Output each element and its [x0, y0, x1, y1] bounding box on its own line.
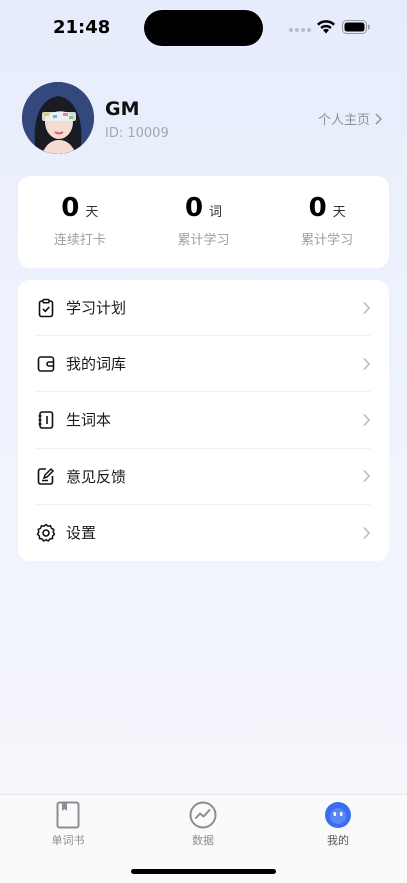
- status-time: 21:48: [53, 17, 111, 38]
- stat-label: 连续打卡: [53, 233, 106, 248]
- avatar[interactable]: [22, 82, 94, 154]
- menu-item-feedback[interactable]: 意见反馈: [36, 449, 371, 505]
- stat-unit: 天: [332, 205, 346, 220]
- stat-unit: 天: [85, 205, 99, 220]
- user-id: ID: 10009: [105, 126, 169, 141]
- cellular-signal-icon: [289, 28, 311, 32]
- tab-label: 我的: [327, 834, 349, 847]
- tab-data[interactable]: 数据: [163, 801, 243, 848]
- wifi-icon: [317, 20, 335, 34]
- chart-icon: [189, 801, 217, 829]
- stat-label: 累计学习: [177, 233, 230, 248]
- menu-item-label: 我的词库: [66, 355, 127, 374]
- menu-item-label: 设置: [66, 524, 97, 543]
- dynamic-island: [144, 10, 263, 46]
- stat-value: 0: [184, 193, 204, 223]
- stat-streak-days: 0 天 连续打卡: [18, 176, 142, 268]
- home-indicator: [131, 869, 276, 874]
- battery-icon: [342, 20, 370, 34]
- tab-label: 单词书: [51, 834, 85, 847]
- menu-item-label: 生词本: [66, 411, 112, 430]
- chevron-right-icon: [363, 470, 371, 483]
- menu-item-my-wordbank[interactable]: 我的词库: [36, 336, 371, 393]
- tab-label: 数据: [192, 834, 214, 847]
- stat-value: 0: [61, 193, 80, 223]
- stat-total-days: 0 天 累计学习: [265, 176, 389, 268]
- notebook-icon: [36, 410, 56, 430]
- stat-unit: 词: [209, 205, 223, 220]
- menu-item-label: 学习计划: [66, 299, 127, 318]
- stat-total-words: 0 词 累计学习: [142, 176, 266, 268]
- chevron-right-icon: [363, 301, 371, 314]
- menu-item-vocab-notebook[interactable]: 生词本: [36, 392, 371, 449]
- chevron-right-icon: [363, 526, 371, 539]
- wallet-icon: [36, 354, 56, 374]
- tab-wordbook[interactable]: 单词书: [28, 801, 108, 848]
- menu-card: 学习计划 我的词库 生词本 意见反馈 设置: [18, 280, 389, 561]
- stat-value: 0: [308, 193, 327, 223]
- book-icon: [54, 801, 82, 829]
- avatar-illustration: [22, 82, 94, 154]
- profile-link-label: 个人主页: [317, 113, 370, 128]
- username: GM: [105, 98, 140, 120]
- mascot-icon: [324, 801, 352, 829]
- menu-item-label: 意见反馈: [66, 467, 127, 486]
- chevron-right-icon: [363, 413, 371, 427]
- gear-icon: [36, 523, 56, 543]
- clipboard-check-icon: [36, 298, 56, 318]
- menu-item-study-plan[interactable]: 学习计划: [36, 280, 371, 337]
- stat-label: 累计学习: [301, 233, 354, 248]
- feedback-edit-icon: [36, 466, 56, 486]
- menu-item-settings[interactable]: 设置: [36, 505, 371, 561]
- status-bar: 21:48: [0, 0, 407, 56]
- profile-page-link[interactable]: 个人主页: [318, 109, 383, 128]
- tab-mine[interactable]: 我的: [298, 801, 378, 848]
- stats-card: 0 天 连续打卡 0 词 累计学习 0 天 累计学习: [18, 176, 389, 268]
- chevron-right-icon: [363, 357, 371, 370]
- chevron-right-icon: [375, 112, 383, 125]
